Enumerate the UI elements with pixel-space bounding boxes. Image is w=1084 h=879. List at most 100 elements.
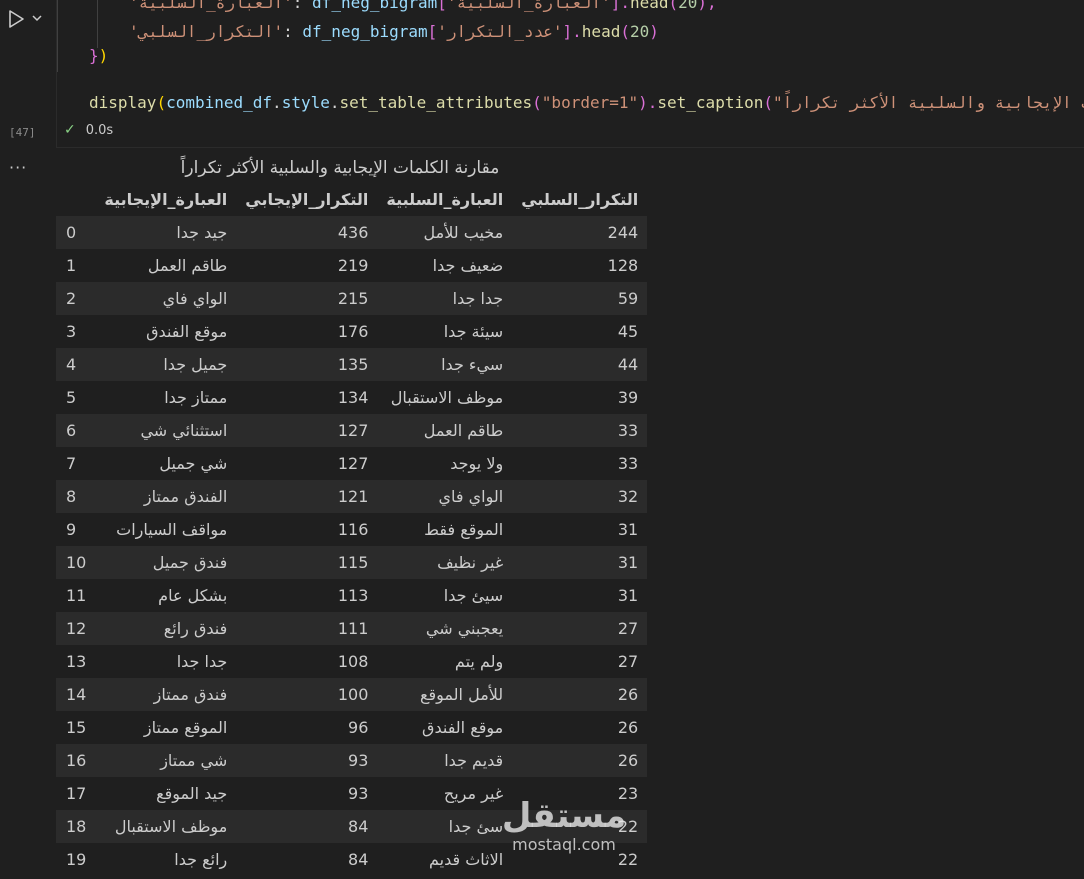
table-row: 18 موظف الاستقبال 84 سئ جدا 22 (56, 810, 648, 843)
row-index: 15 (56, 711, 96, 744)
cell-pos-phrase: الموقع ممتاز (95, 711, 237, 744)
cell-neg-count: 22 (512, 810, 648, 843)
cell-neg-phrase: سيء جدا (377, 348, 513, 381)
row-index: 19 (56, 843, 96, 876)
cell-pos-count: 111 (236, 612, 378, 645)
table-row: 6 استثنائي شي 127 طاقم العمل 33 (56, 414, 648, 447)
table-row: 17 جيد الموقع 93 غير مريح 23 (56, 777, 648, 810)
cell-pos-phrase: موقع الفندق (95, 315, 237, 348)
cell-neg-phrase: يعجبني شي (377, 612, 513, 645)
cell-neg-phrase: سيئة جدا (377, 315, 513, 348)
row-index: 18 (56, 810, 96, 843)
row-index: 3 (56, 315, 96, 348)
cell-pos-phrase: جميل جدا (95, 348, 237, 381)
cell-neg-phrase: الاثاث قديم (377, 843, 513, 876)
cell-neg-phrase: ولا يوجد (377, 447, 513, 480)
cell-neg-phrase: غير مريح (377, 777, 513, 810)
cell-neg-count: 26 (512, 678, 648, 711)
cell-neg-count: 45 (512, 315, 648, 348)
cell-pos-count: 108 (236, 645, 378, 678)
table-row: 16 شي ممتاز 93 قديم جدا 26 (56, 744, 648, 777)
cell-status: ✓ 0.0s (64, 122, 113, 138)
cell-pos-count: 84 (236, 810, 378, 843)
ellipsis-icon[interactable]: ··· (9, 158, 27, 177)
cell-pos-count: 93 (236, 777, 378, 810)
cell-neg-phrase: ولم يتم (377, 645, 513, 678)
table-row: 5 ممتاز جدا 134 موظف الاستقبال 39 (56, 381, 648, 414)
table-header-row: العبارة_الإيجابية التكرار_الإيجابي العبا… (56, 183, 648, 216)
cell-neg-phrase: موقع الفندق (377, 711, 513, 744)
code-editor[interactable]: 'العبارة_السلبية': df_neg_bigram['العبار… (56, 0, 1084, 148)
chevron-down-icon[interactable] (30, 10, 44, 26)
cell-neg-count: 59 (512, 282, 648, 315)
header-neg-count: التكرار_السلبي (512, 183, 648, 216)
cell-pos-phrase: رائع جدا (95, 843, 237, 876)
cell-neg-phrase: سئ جدا (377, 810, 513, 843)
cell-pos-count: 93 (236, 744, 378, 777)
table-row: 13 جدا جدا 108 ولم يتم 27 (56, 645, 648, 678)
cell-pos-count: 436 (236, 216, 378, 249)
cell-pos-phrase: موظف الاستقبال (95, 810, 237, 843)
table-row: 11 بشكل عام 113 سيئ جدا 31 (56, 579, 648, 612)
cell-neg-phrase: قديم جدا (377, 744, 513, 777)
cell-neg-count: 33 (512, 447, 648, 480)
cell-pos-count: 121 (236, 480, 378, 513)
cell-pos-phrase: فندق ممتاز (95, 678, 237, 711)
cell-pos-count: 135 (236, 348, 378, 381)
cell-pos-phrase: فندق رائع (95, 612, 237, 645)
table-row: 4 جميل جدا 135 سيء جدا 44 (56, 348, 648, 381)
cell-neg-phrase: الموقع فقط (377, 513, 513, 546)
cell-pos-count: 96 (236, 711, 378, 744)
row-index: 6 (56, 414, 96, 447)
cell-pos-phrase: شي ممتاز (95, 744, 237, 777)
run-cell-play-icon[interactable] (6, 8, 26, 30)
row-index: 2 (56, 282, 96, 315)
cell-neg-phrase: الواي فاي (377, 480, 513, 513)
cell-neg-count: 22 (512, 843, 648, 876)
code-line: }) (89, 46, 109, 65)
cell-neg-count: 26 (512, 711, 648, 744)
table-row: 8 الفندق ممتاز 121 الواي فاي 32 (56, 480, 648, 513)
cell-pos-count: 113 (236, 579, 378, 612)
cell-neg-phrase: موظف الاستقبال (377, 381, 513, 414)
cell-neg-count: 32 (512, 480, 648, 513)
row-index: 0 (56, 216, 96, 249)
table-row: 1 طاقم العمل 219 ضعيف جدا 128 (56, 249, 648, 282)
cell-neg-phrase: غير نظيف (377, 546, 513, 579)
row-index: 9 (56, 513, 96, 546)
execution-time: 0.0s (85, 123, 114, 138)
cell-pos-count: 84 (236, 843, 378, 876)
cell-neg-count: 39 (512, 381, 648, 414)
cell-pos-phrase: فندق جميل (95, 546, 237, 579)
cell-pos-phrase: الواي فاي (95, 282, 237, 315)
cell-neg-count: 23 (512, 777, 648, 810)
cell-neg-phrase: سيئ جدا (377, 579, 513, 612)
row-index: 12 (56, 612, 96, 645)
cell-neg-count: 31 (512, 513, 648, 546)
cell-pos-phrase: طاقم العمل (95, 249, 237, 282)
header-pos-phrase: العبارة_الإيجابية (95, 183, 237, 216)
cell-neg-count: 26 (512, 744, 648, 777)
table-row: 12 فندق رائع 111 يعجبني شي 27 (56, 612, 648, 645)
table-row: 19 رائع جدا 84 الاثاث قديم 22 (56, 843, 648, 876)
indent-guide (57, 0, 58, 72)
dataframe-table: العبارة_الإيجابية التكرار_الإيجابي العبا… (56, 183, 648, 876)
row-index: 8 (56, 480, 96, 513)
cell-pos-count: 127 (236, 447, 378, 480)
cell-neg-count: 128 (512, 249, 648, 282)
cell-pos-phrase: جيد الموقع (95, 777, 237, 810)
header-pos-count: التكرار_الإيجابي (236, 183, 378, 216)
row-index: 7 (56, 447, 96, 480)
cell-pos-count: 100 (236, 678, 378, 711)
cell-pos-count: 116 (236, 513, 378, 546)
table-row: 9 مواقف السيارات 116 الموقع فقط 31 (56, 513, 648, 546)
row-index: 17 (56, 777, 96, 810)
row-index: 1 (56, 249, 96, 282)
cell-pos-phrase: ممتاز جدا (95, 381, 237, 414)
cell-neg-phrase: للأمل الموقع (377, 678, 513, 711)
cell-neg-count: 27 (512, 612, 648, 645)
table-row: 15 الموقع ممتاز 96 موقع الفندق 26 (56, 711, 648, 744)
cell-pos-phrase: شي جميل (95, 447, 237, 480)
cell-pos-phrase: جدا جدا (95, 645, 237, 678)
cell-pos-phrase: مواقف السيارات (95, 513, 237, 546)
